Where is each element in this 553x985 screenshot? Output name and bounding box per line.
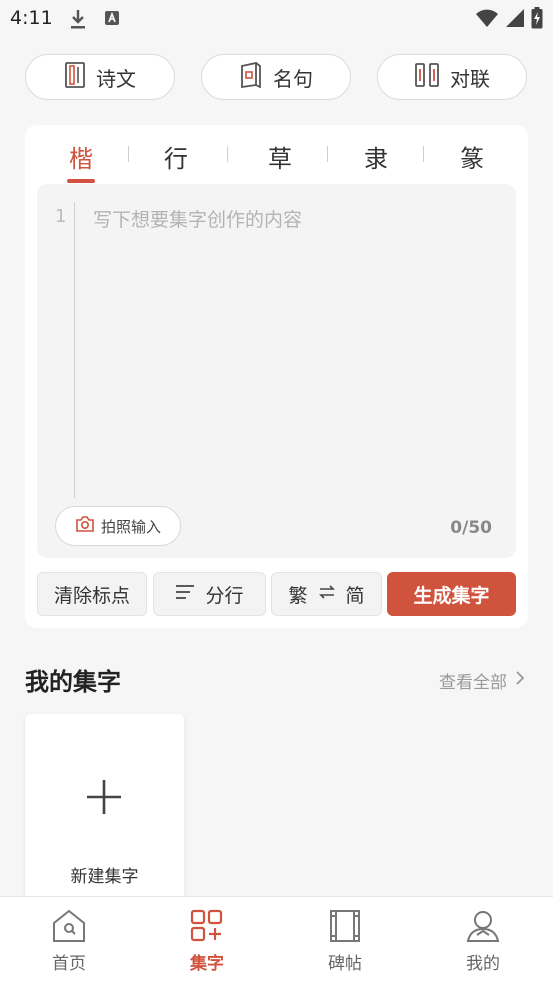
grid-plus-icon (189, 909, 225, 947)
category-label: 名句 (273, 66, 313, 91)
category-button-quotes[interactable]: 名句 (201, 54, 351, 100)
nav-label: 集字 (190, 954, 224, 974)
calligraphy-style-tabs: 楷 行 草 隶 篆 (25, 125, 528, 183)
tab-divider (128, 146, 129, 162)
category-button-couplets[interactable]: 对联 (377, 54, 527, 100)
status-time: 4:11 (10, 7, 53, 29)
keyboard-a-icon (104, 10, 120, 30)
tab-zhuan[interactable]: 篆 (442, 139, 502, 174)
signal-icon (505, 8, 525, 32)
category-label: 诗文 (96, 66, 136, 91)
clear-punctuation-button[interactable]: 清除标点 (37, 572, 147, 616)
clear-punctuation-label: 清除标点 (53, 584, 130, 607)
camera-icon (75, 515, 95, 537)
line-gutter (74, 202, 75, 498)
nav-label: 我的 (466, 954, 500, 974)
active-tab-indicator (67, 179, 95, 183)
tab-divider (227, 146, 228, 162)
download-icon (68, 8, 88, 34)
status-bar: 4:11 (0, 0, 553, 38)
category-label: 对联 (450, 66, 490, 91)
tablet-icon (327, 909, 363, 947)
simplified-label: 简 (345, 584, 365, 607)
photo-input-button[interactable]: 拍照输入 (55, 506, 181, 546)
char-counter: 0/50 (450, 518, 492, 538)
view-all-link[interactable]: 查看全部 (439, 668, 525, 693)
chevron-right-icon (515, 670, 525, 691)
category-button-poetry[interactable]: 诗文 (25, 54, 175, 100)
book-icon (239, 61, 263, 93)
generate-label: 生成集字 (413, 584, 490, 607)
new-collection-label: 新建集字 (70, 867, 139, 887)
new-collection-card[interactable]: 新建集字 (25, 714, 184, 904)
editor-placeholder[interactable]: 写下想要集字创作的内容 (93, 205, 302, 232)
tab-li[interactable]: 隶 (346, 139, 406, 174)
my-collection-title: 我的集字 (25, 668, 121, 696)
lines-icon (175, 583, 195, 605)
bottom-nav: 首页 集字 碑帖 我的 (0, 896, 553, 985)
generate-button[interactable]: 生成集字 (387, 572, 516, 616)
tab-cao[interactable]: 草 (250, 139, 310, 174)
nav-item-tablets[interactable]: 碑帖 (276, 897, 414, 985)
profile-icon (465, 909, 501, 947)
tab-divider (423, 146, 424, 162)
nav-label: 碑帖 (328, 954, 362, 974)
nav-item-home[interactable]: 首页 (0, 897, 138, 985)
view-all-label: 查看全部 (439, 673, 507, 693)
tab-kai[interactable]: 楷 (51, 139, 111, 174)
line-number: 1 (55, 206, 67, 227)
plus-icon (85, 778, 123, 820)
tab-divider (327, 146, 328, 162)
content-editor[interactable]: 1 写下想要集字创作的内容 拍照输入 0/50 (37, 184, 516, 558)
tab-xing[interactable]: 行 (146, 139, 206, 174)
couplet-icon (414, 62, 440, 93)
nav-item-collect[interactable]: 集字 (138, 897, 276, 985)
photo-input-label: 拍照输入 (100, 517, 161, 536)
nav-label: 首页 (52, 954, 86, 974)
swap-arrows-icon (318, 583, 336, 605)
traditional-label: 繁 (288, 584, 308, 607)
battery-icon (531, 7, 543, 33)
nav-item-profile[interactable]: 我的 (414, 897, 552, 985)
trad-simp-toggle-button[interactable]: 繁 简 (271, 572, 382, 616)
split-lines-label: 分行 (205, 584, 244, 607)
home-icon (51, 909, 87, 947)
wifi-icon (475, 8, 499, 32)
split-lines-button[interactable]: 分行 (153, 572, 266, 616)
scroll-icon (64, 61, 86, 93)
compose-card: 楷 行 草 隶 篆 1 写下想要集字创作的内容 拍照输入 0/50 清除标点 分… (25, 125, 528, 628)
